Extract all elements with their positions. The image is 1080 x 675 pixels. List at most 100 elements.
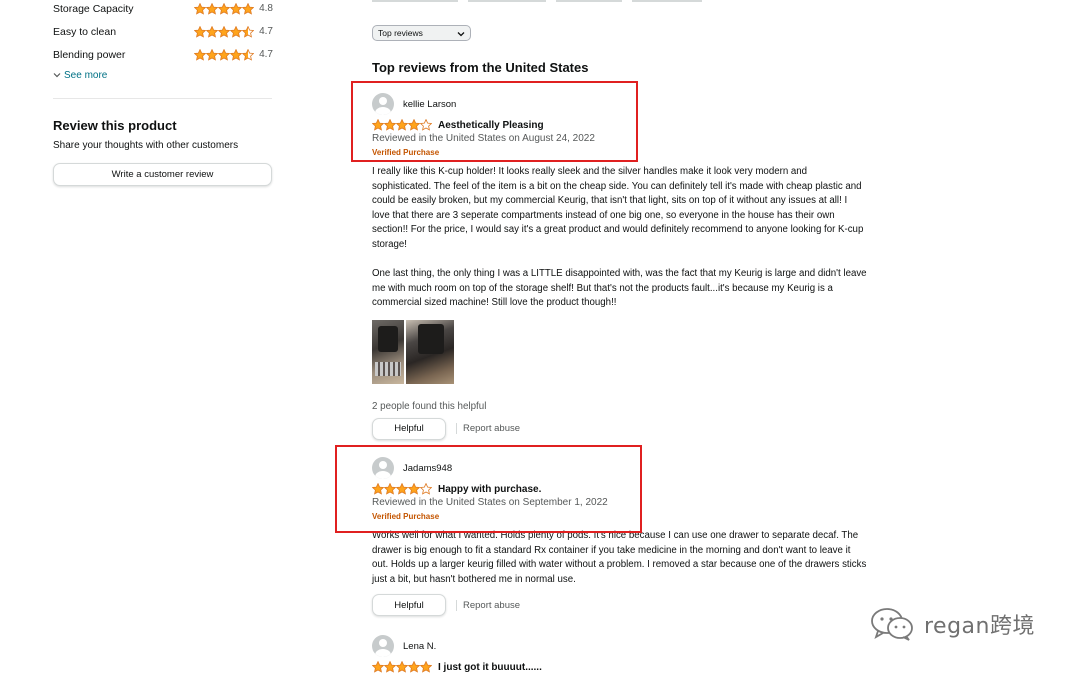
rating-value: 4.7 xyxy=(259,26,273,37)
star-icon xyxy=(396,119,408,131)
review-title-row: Happy with purchase. xyxy=(372,482,872,496)
star-icon xyxy=(230,25,243,38)
star-rating xyxy=(372,119,432,131)
reviewer-profile[interactable]: Jadams948 xyxy=(372,457,872,479)
review-paragraph: Works well for what I wanted. Holds plen… xyxy=(372,530,867,585)
star-icon xyxy=(194,48,207,61)
review-title-row: I just got it buuuut...... xyxy=(372,660,872,674)
divider xyxy=(456,599,457,611)
review-paragraph: One last thing, the only thing I was a L… xyxy=(372,268,867,309)
report-abuse-link[interactable]: Report abuse xyxy=(463,423,520,434)
filter-bar xyxy=(372,0,458,2)
star-icon xyxy=(230,2,243,15)
star-rating xyxy=(194,2,255,15)
rating-row-storage: Storage Capacity 4.8 xyxy=(53,0,273,20)
review-title-row: Aesthetically Pleasing xyxy=(372,118,872,132)
reviewer-name: Jadams948 xyxy=(403,462,453,474)
sort-select[interactable]: Top reviews xyxy=(372,25,471,41)
verified-purchase-badge[interactable]: Verified Purchase xyxy=(372,512,872,523)
review-title[interactable]: Aesthetically Pleasing xyxy=(438,120,544,131)
review-paragraph: I really like this K-cup holder! It look… xyxy=(372,166,864,250)
review-image-thumbnail[interactable] xyxy=(372,319,404,384)
write-review-button[interactable]: Write a customer review xyxy=(53,163,272,186)
sort-selected-value: Top reviews xyxy=(378,28,423,38)
star-icon xyxy=(206,48,219,61)
filter-bar xyxy=(632,0,702,2)
review-title[interactable]: I just got it buuuut...... xyxy=(438,662,542,673)
review-body: I really like this K-cup holder! It look… xyxy=(372,165,867,311)
star-icon xyxy=(372,119,384,131)
rating-label: Blending power xyxy=(53,48,126,61)
review-images xyxy=(372,319,872,384)
reviewer-name: kellie Larson xyxy=(403,98,457,110)
see-more-link[interactable]: See more xyxy=(53,68,273,82)
star-icon xyxy=(242,2,255,15)
reviewer-profile[interactable]: kellie Larson xyxy=(372,93,872,115)
verified-purchase-badge[interactable]: Verified Purchase xyxy=(372,148,872,159)
report-abuse-link[interactable]: Report abuse xyxy=(463,600,520,611)
star-rating xyxy=(372,661,432,673)
review-product-heading: Review this product xyxy=(53,118,177,133)
review-body: Works well for what I wanted. Holds plen… xyxy=(372,529,867,587)
avatar xyxy=(372,93,394,115)
review-date: Reviewed in the United States on August … xyxy=(372,133,595,144)
avatar xyxy=(372,635,394,657)
star-icon xyxy=(206,25,219,38)
review-title[interactable]: Happy with purchase. xyxy=(438,484,541,495)
star-icon xyxy=(194,25,207,38)
divider xyxy=(456,423,457,435)
chevron-down-icon xyxy=(457,32,465,37)
divider xyxy=(53,98,272,99)
helpful-button[interactable]: Helpful xyxy=(372,594,446,617)
chevron-down-icon xyxy=(53,73,61,78)
rating-label: Storage Capacity xyxy=(53,2,134,15)
left-column: Storage Capacity 4.8 Easy to clean 4.7 B… xyxy=(53,0,273,186)
star-rating xyxy=(194,25,255,38)
review-actions: Helpful Report abuse xyxy=(372,417,872,440)
star-icon xyxy=(384,119,396,131)
star-icon xyxy=(396,661,408,673)
review-card: Lena N. I just got it buuuut...... xyxy=(372,635,872,674)
filter-bar xyxy=(556,0,622,2)
star-icon xyxy=(218,48,231,61)
review-card: Jadams948 Happy with purchase. Reviewed … xyxy=(372,457,872,617)
star-icon xyxy=(218,2,231,15)
rating-row-easy-clean: Easy to clean 4.7 xyxy=(53,20,273,43)
see-more-label: See more xyxy=(64,69,108,81)
star-icon xyxy=(372,483,384,495)
avatar xyxy=(372,457,394,479)
reviewer-profile[interactable]: Lena N. xyxy=(372,635,872,657)
review-image-thumbnail[interactable] xyxy=(406,319,454,384)
top-filter-bars xyxy=(372,0,702,2)
star-icon xyxy=(408,119,420,131)
filter-bar xyxy=(468,0,546,2)
reviews-section-title: Top reviews from the United States xyxy=(372,60,589,75)
star-icon xyxy=(384,483,396,495)
rating-value: 4.7 xyxy=(259,49,273,60)
helpful-button[interactable]: Helpful xyxy=(372,417,446,440)
star-icon xyxy=(242,25,255,38)
star-icon xyxy=(372,661,384,673)
star-rating xyxy=(194,48,255,61)
star-icon xyxy=(206,2,219,15)
star-icon xyxy=(408,661,420,673)
star-icon xyxy=(420,483,432,495)
star-icon xyxy=(420,119,432,131)
star-icon xyxy=(420,661,432,673)
rating-value: 4.8 xyxy=(259,3,273,14)
star-icon xyxy=(408,483,420,495)
star-rating xyxy=(372,483,432,495)
review-date: Reviewed in the United States on Septemb… xyxy=(372,497,608,508)
wechat-icon xyxy=(871,608,913,641)
star-icon xyxy=(230,48,243,61)
review-card: kellie Larson Aesthetically Pleasing Rev… xyxy=(372,93,872,440)
review-actions: Helpful Report abuse xyxy=(372,594,872,617)
reviewer-name: Lena N. xyxy=(403,640,437,652)
rating-label: Easy to clean xyxy=(53,25,117,38)
watermark-text: regan跨境 xyxy=(924,614,1035,639)
review-product-subtext: Share your thoughts with other customers xyxy=(53,140,239,151)
watermark: regan跨境 xyxy=(870,607,1035,641)
star-icon xyxy=(396,483,408,495)
star-icon xyxy=(218,25,231,38)
star-icon xyxy=(384,661,396,673)
